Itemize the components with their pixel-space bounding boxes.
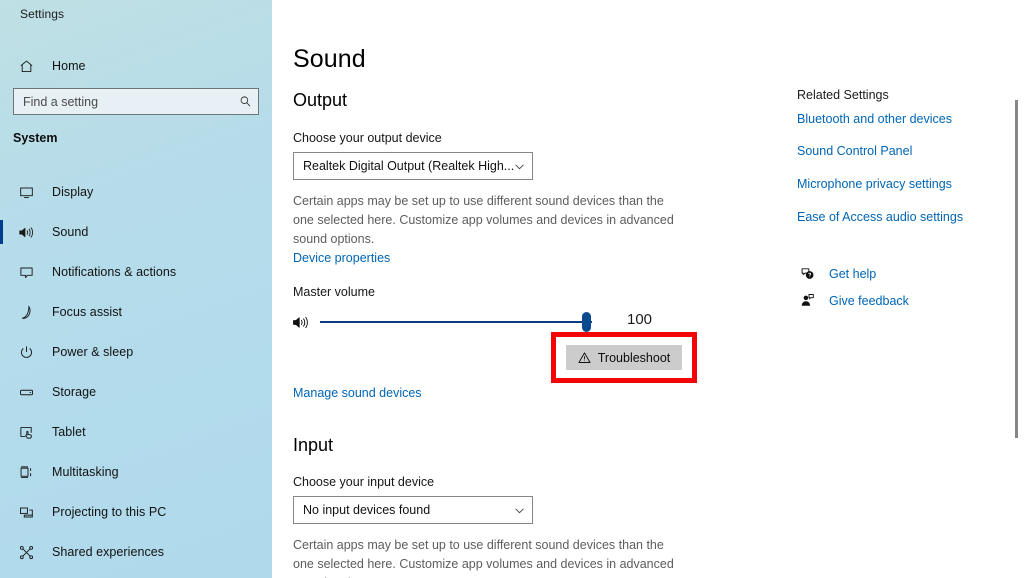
output-device-dropdown[interactable]: Realtek Digital Output (Realtek High... bbox=[293, 152, 533, 180]
sidebar-item-display[interactable]: Display bbox=[0, 172, 272, 212]
troubleshoot-button[interactable]: Troubleshoot bbox=[566, 345, 682, 370]
slider-track bbox=[320, 321, 592, 323]
troubleshoot-label: Troubleshoot bbox=[597, 350, 671, 365]
sidebar-item-label: Power & sleep bbox=[52, 345, 134, 359]
give-feedback-link[interactable]: Give feedback bbox=[797, 293, 909, 308]
sidebar-item-label: Focus assist bbox=[52, 305, 123, 319]
sidebar-nav-list: Display Sound Notifications & actions Fo… bbox=[0, 172, 272, 572]
input-section-heading: Input bbox=[293, 435, 334, 455]
sidebar-item-label: Projecting to this PC bbox=[52, 505, 167, 519]
tablet-icon bbox=[14, 422, 38, 442]
sidebar-item-label: Notifications & actions bbox=[52, 265, 177, 279]
get-help-label: Get help bbox=[829, 266, 877, 281]
sidebar-item-storage[interactable]: Storage bbox=[0, 372, 272, 412]
search-box[interactable] bbox=[13, 88, 259, 115]
sidebar-group-heading: System bbox=[13, 131, 58, 145]
give-feedback-label: Give feedback bbox=[829, 293, 909, 308]
sidebar-item-multitasking[interactable]: Multitasking bbox=[0, 452, 272, 492]
master-volume-value: 100 bbox=[627, 311, 653, 328]
app-title: Settings bbox=[20, 7, 65, 21]
moon-icon bbox=[14, 302, 38, 322]
related-link-microphone-privacy[interactable]: Microphone privacy settings bbox=[797, 177, 952, 191]
warning-triangle-icon bbox=[578, 351, 591, 364]
related-link-bluetooth[interactable]: Bluetooth and other devices bbox=[797, 112, 952, 126]
speaker-icon bbox=[14, 222, 38, 242]
feedback-person-icon bbox=[797, 293, 817, 308]
input-device-label: Choose your input device bbox=[293, 475, 435, 489]
main-content: Sound Output Choose your output device R… bbox=[272, 0, 1024, 578]
output-device-label: Choose your output device bbox=[293, 131, 442, 145]
notification-icon bbox=[14, 262, 38, 282]
help-bubble-icon bbox=[797, 266, 817, 281]
sidebar-item-label: Multitasking bbox=[52, 465, 119, 479]
project-screen-icon bbox=[14, 502, 38, 522]
input-device-value: No input devices found bbox=[303, 503, 431, 517]
sidebar-item-power-sleep[interactable]: Power & sleep bbox=[0, 332, 272, 372]
get-help-link[interactable]: Get help bbox=[797, 266, 876, 281]
sidebar-item-label: Tablet bbox=[52, 425, 86, 439]
share-nodes-icon bbox=[14, 542, 38, 562]
sidebar-item-label: Display bbox=[52, 185, 94, 199]
monitor-icon bbox=[14, 182, 38, 202]
output-section-heading: Output bbox=[293, 90, 348, 110]
chevron-down-icon bbox=[514, 505, 525, 516]
sidebar-item-label: Storage bbox=[52, 385, 97, 399]
selection-indicator bbox=[0, 220, 3, 244]
sidebar-item-home[interactable]: Home bbox=[0, 46, 272, 86]
multitasking-icon bbox=[14, 462, 38, 482]
page-title: Sound bbox=[293, 45, 366, 73]
sidebar-item-tablet[interactable]: Tablet bbox=[0, 412, 272, 452]
device-properties-link[interactable]: Device properties bbox=[293, 251, 390, 265]
sidebar-item-sound[interactable]: Sound bbox=[0, 212, 272, 252]
sidebar: Settings Home System bbox=[0, 0, 272, 578]
slider-thumb[interactable] bbox=[582, 312, 591, 332]
vertical-scrollbar[interactable] bbox=[1013, 31, 1020, 578]
output-device-value: Realtek Digital Output (Realtek High... bbox=[303, 159, 514, 173]
sidebar-item-projecting[interactable]: Projecting to this PC bbox=[0, 492, 272, 532]
input-help-text: Certain apps may be set up to use differ… bbox=[293, 538, 674, 578]
related-settings-heading: Related Settings bbox=[797, 88, 889, 102]
settings-window: Settings Home System bbox=[0, 0, 1024, 578]
related-link-ease-of-access-audio[interactable]: Ease of Access audio settings bbox=[797, 210, 963, 224]
volume-speaker-icon[interactable] bbox=[292, 315, 318, 330]
manage-sound-devices-link[interactable]: Manage sound devices bbox=[293, 386, 422, 400]
master-volume-label: Master volume bbox=[293, 285, 375, 299]
sidebar-item-focus-assist[interactable]: Focus assist bbox=[0, 292, 272, 332]
sidebar-item-label: Sound bbox=[52, 225, 89, 239]
sidebar-item-shared-experiences[interactable]: Shared experiences bbox=[0, 532, 272, 572]
related-link-sound-control-panel[interactable]: Sound Control Panel bbox=[797, 144, 912, 158]
sidebar-item-notifications[interactable]: Notifications & actions bbox=[0, 252, 272, 292]
home-icon bbox=[14, 56, 38, 76]
master-volume-slider[interactable] bbox=[320, 311, 592, 333]
drive-icon bbox=[14, 382, 38, 402]
chevron-down-icon bbox=[514, 161, 525, 172]
power-icon bbox=[14, 342, 38, 362]
scrollbar-thumb[interactable] bbox=[1015, 100, 1018, 438]
output-help-text: Certain apps may be set up to use differ… bbox=[293, 194, 674, 246]
sidebar-item-label: Home bbox=[52, 59, 86, 73]
sidebar-item-label: Shared experiences bbox=[52, 545, 165, 559]
search-icon[interactable] bbox=[232, 89, 258, 114]
search-input[interactable] bbox=[14, 94, 232, 109]
input-device-dropdown[interactable]: No input devices found bbox=[293, 496, 533, 524]
